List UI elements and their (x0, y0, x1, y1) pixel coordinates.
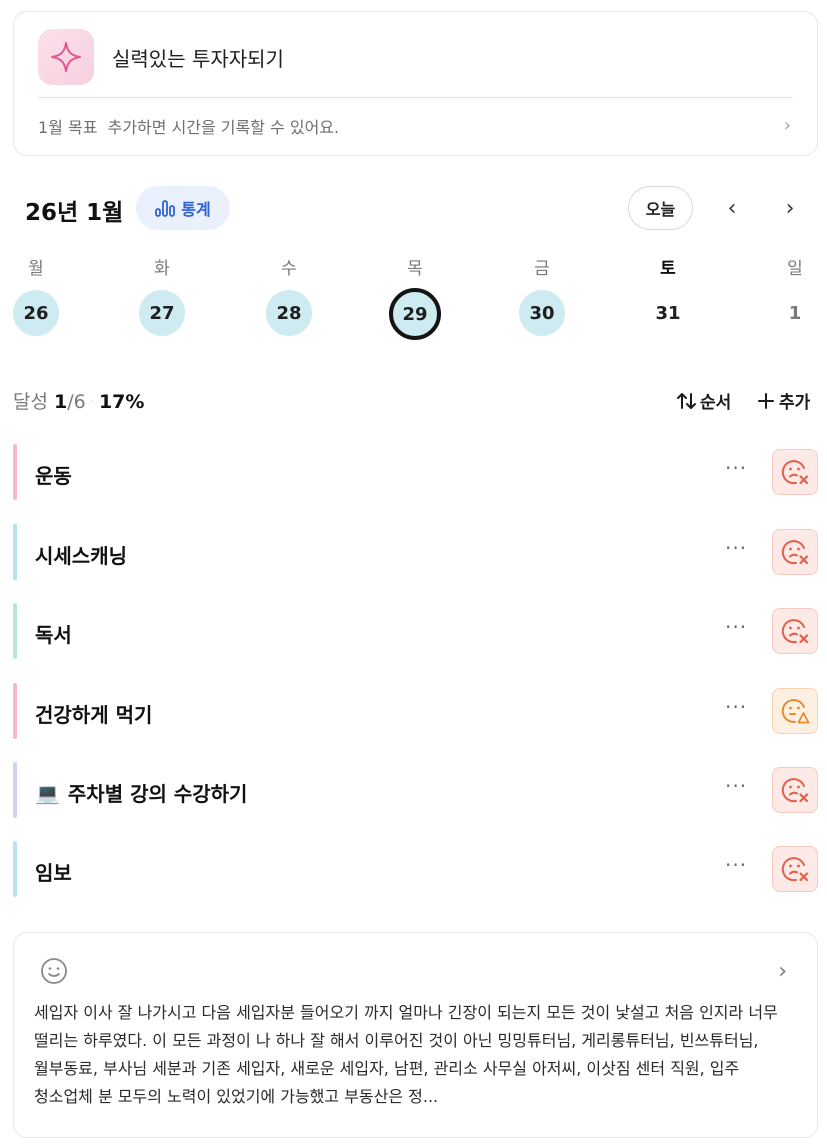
more-options-icon[interactable]: ··· (725, 774, 747, 798)
status-failed-icon[interactable] (772, 529, 818, 575)
habit-name: 시세스캐닝 (35, 540, 127, 569)
progress-summary: 달성 1/6 · 17% (13, 387, 144, 414)
today-button[interactable]: 오늘 (628, 186, 693, 230)
more-options-icon[interactable]: ··· (725, 853, 747, 877)
habit-name-label: 임보 (35, 861, 72, 885)
weekday-label: 수 (281, 259, 297, 279)
more-options-icon[interactable]: ··· (725, 695, 747, 719)
habit-color-bar (13, 841, 17, 897)
sparkle-icon (38, 29, 94, 85)
habit-color-bar (13, 762, 17, 818)
status-failed-icon[interactable] (772, 767, 818, 813)
day-cell-today[interactable]: 29 (389, 288, 441, 340)
habit-color-bar (13, 444, 17, 500)
habit-row[interactable]: 독서 ··· (13, 603, 818, 659)
diary-text: 세입자 이사 잘 나가시고 다음 세입자분 들어오기 까지 얼마나 긴장이 되는… (34, 1003, 778, 1106)
habit-row[interactable]: 임보 ··· (13, 841, 818, 897)
habit-color-bar (13, 683, 17, 739)
habit-name: 독서 (35, 619, 72, 648)
status-warning-icon[interactable] (772, 688, 818, 734)
chevron-left-icon[interactable]: ‹ (714, 190, 750, 226)
weekday-label: 토 (660, 259, 676, 279)
more-options-icon[interactable]: ··· (725, 536, 747, 560)
day-cell[interactable]: 1 (772, 290, 818, 336)
add-habit-button[interactable]: 추가 (757, 388, 810, 413)
progress-separator: · (90, 397, 94, 408)
diary-card[interactable]: › 세입자 이사 잘 나가시고 다음 세입자분 들어오기 까지 얼마나 긴장이 … (13, 932, 818, 1138)
weekday-label: 일 (787, 259, 803, 279)
goal-subtitle[interactable]: 1월 목표 추가하면 시간을 기록할 수 있어요. (38, 114, 339, 138)
sort-arrows-icon (677, 392, 696, 409)
sort-button[interactable]: 순서 (676, 388, 731, 413)
habit-color-bar (13, 603, 17, 659)
day-cell[interactable]: 30 (519, 290, 565, 336)
weekday-label: 월 (28, 259, 44, 279)
day-cell[interactable]: 28 (266, 290, 312, 336)
habit-name-label: 운동 (35, 464, 72, 488)
add-label: 추가 (779, 393, 811, 413)
progress-done: 1 (54, 391, 68, 413)
laptop-icon: 💻 (35, 780, 60, 805)
goal-title: 실력있는 투자자되기 (112, 47, 284, 71)
sort-label: 순서 (700, 393, 732, 413)
more-options-icon[interactable]: ··· (725, 456, 747, 480)
habit-row[interactable]: 건강하게 먹기 ··· (13, 683, 818, 739)
month-title: 26년 1월 (25, 200, 124, 226)
habit-name-label: 건강하게 먹기 (35, 703, 153, 727)
weekday-label: 목 (407, 259, 423, 279)
stats-button[interactable]: 통계 (136, 186, 230, 230)
chevron-right-icon[interactable]: › (772, 190, 808, 226)
habit-name: 💻 주차별 강의 수강하기 (35, 778, 247, 807)
chevron-right-icon[interactable]: › (778, 959, 787, 984)
day-cell[interactable]: 31 (645, 290, 691, 336)
habit-name-label: 시세스캐닝 (35, 544, 127, 568)
habit-row[interactable]: 💻 주차별 강의 수강하기 ··· (13, 762, 818, 818)
goal-card[interactable]: 실력있는 투자자되기 1월 목표 추가하면 시간을 기록할 수 있어요. › (13, 11, 818, 156)
status-failed-icon[interactable] (772, 608, 818, 654)
habit-row[interactable]: 시세스캐닝 ··· (13, 524, 818, 580)
habit-name: 건강하게 먹기 (35, 699, 152, 728)
day-cell[interactable]: 27 (139, 290, 185, 336)
smiley-icon (41, 958, 67, 984)
habit-color-bar (13, 524, 17, 580)
stats-label: 통계 (181, 200, 211, 219)
progress-percent: 17% (98, 391, 145, 413)
habit-name: 임보 (35, 857, 72, 886)
status-failed-icon[interactable] (772, 449, 818, 495)
chevron-right-icon[interactable]: › (784, 115, 791, 136)
status-failed-icon[interactable] (772, 846, 818, 892)
goal-divider (38, 97, 793, 98)
plus-icon (758, 392, 774, 409)
weekday-label: 금 (534, 259, 550, 279)
habit-name-label: 독서 (35, 623, 72, 647)
habit-row[interactable]: 운동 ··· (13, 444, 818, 500)
day-cell[interactable]: 26 (13, 290, 59, 336)
progress-total: /6 (67, 391, 86, 413)
habit-name-label: 주차별 강의 수강하기 (67, 782, 248, 806)
more-options-icon[interactable]: ··· (725, 615, 747, 639)
weekday-label: 화 (154, 259, 170, 279)
bar-chart-icon (155, 200, 176, 217)
progress-label: 달성 (13, 391, 48, 413)
habit-name: 운동 (35, 460, 72, 489)
